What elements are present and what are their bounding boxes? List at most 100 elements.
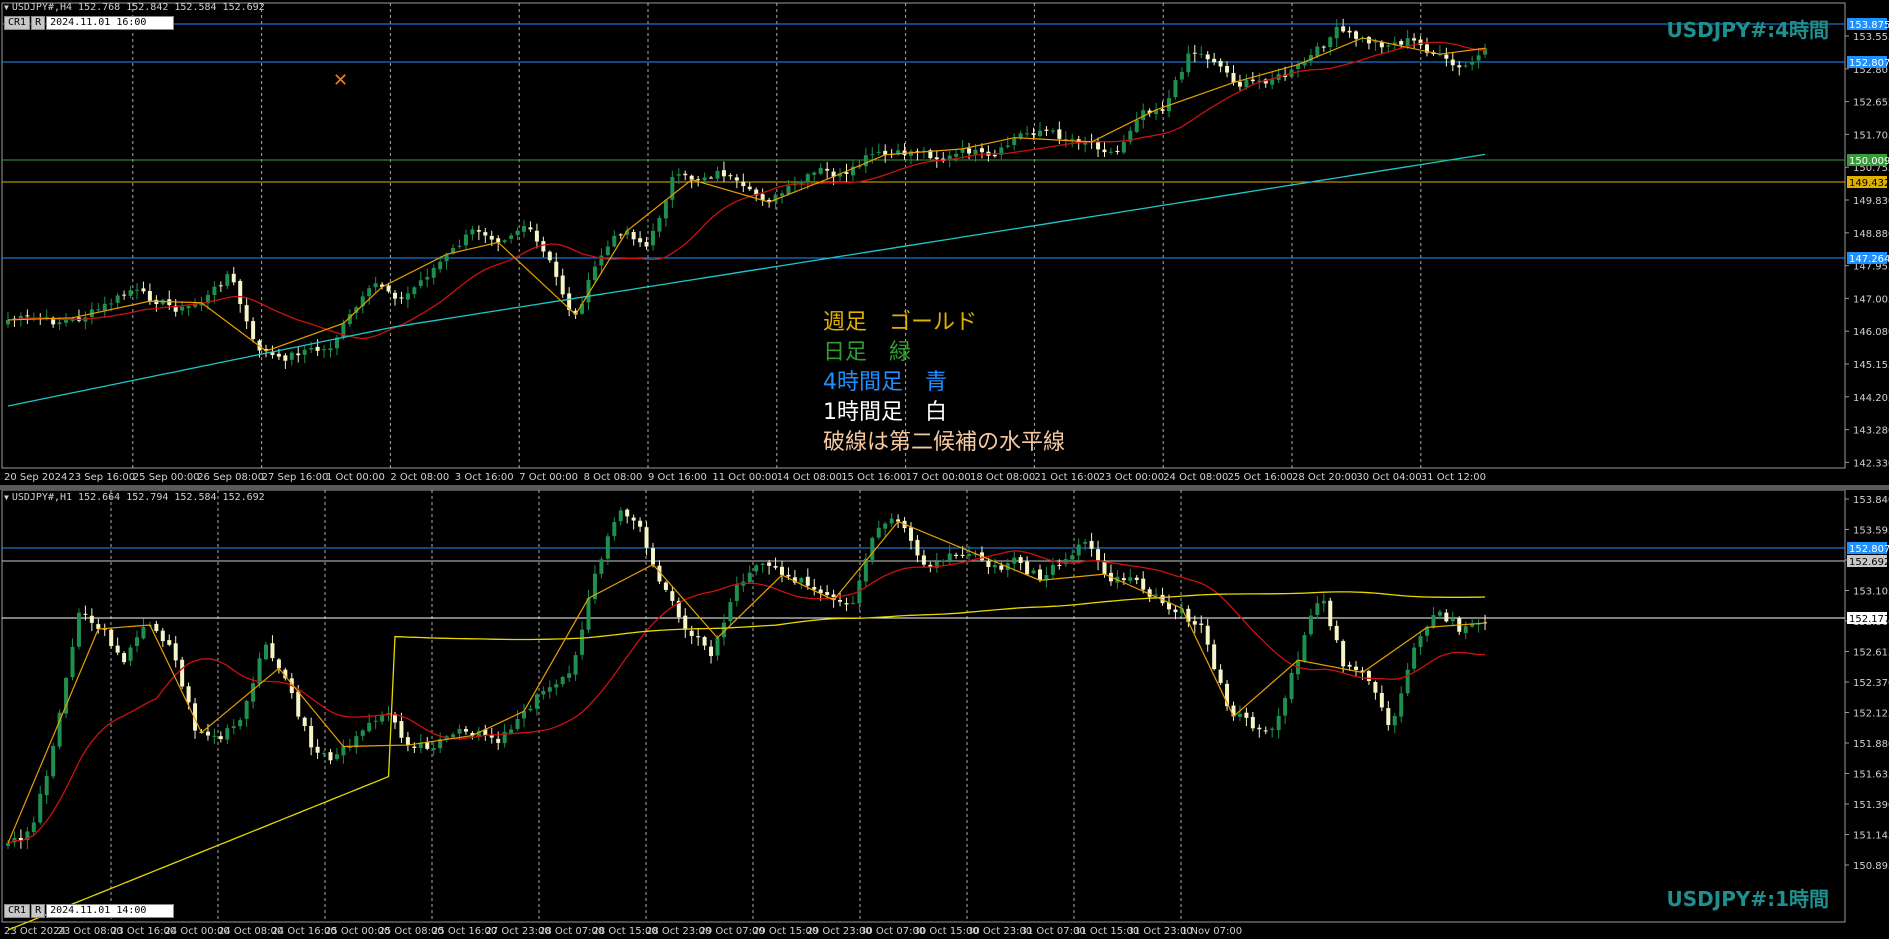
candle-body — [760, 563, 765, 566]
candle-body — [334, 754, 339, 760]
candle-body — [573, 655, 578, 675]
candle-body — [1405, 669, 1410, 694]
candle-body — [754, 565, 759, 572]
time-axis-label: 27 Sep 16:00 — [262, 472, 329, 483]
candle-body — [1347, 664, 1352, 667]
candle-body — [728, 602, 733, 622]
price-tag-label: 149.432 — [1849, 178, 1889, 189]
time-axis-label: 30 Oct 04:00 — [1356, 472, 1421, 483]
candle-body — [1012, 137, 1017, 146]
candle-body — [431, 267, 436, 278]
candle-body — [25, 315, 30, 317]
candle-body — [799, 578, 804, 583]
candle-body — [38, 793, 43, 823]
candle-body — [618, 510, 623, 522]
candle-body — [1321, 600, 1326, 604]
price-axis-label: 151.390 — [1853, 800, 1889, 811]
candle-body — [921, 555, 926, 565]
time-axis-label: 21 Oct 16:00 — [1034, 472, 1099, 483]
candle-body — [760, 194, 765, 200]
candle-body — [1070, 555, 1075, 560]
candle-body — [509, 235, 514, 239]
time-axis-label: 7 Oct 00:00 — [519, 472, 578, 483]
candle-body — [986, 561, 991, 567]
candle-body — [1315, 603, 1320, 616]
candle-body — [1418, 636, 1423, 648]
candle-body — [1121, 578, 1126, 581]
candle-body — [1263, 730, 1268, 732]
candle-body — [1089, 540, 1094, 549]
candle-body — [1076, 544, 1081, 556]
candle-body — [386, 285, 391, 292]
candle-body — [115, 645, 120, 653]
candle-body — [1225, 66, 1230, 73]
candle-body — [186, 305, 191, 309]
h1-chart-canvas[interactable]: 23 Oct 202423 Oct 08:0023 Oct 16:0024 Oc… — [0, 490, 1889, 939]
candle-body — [180, 659, 185, 687]
chart-panel-h1[interactable]: 23 Oct 2024 23 Oct 08:00 23 Oct 16:00 24 Oc… — [0, 490, 1889, 939]
price-axis-label: 152.652 — [1853, 98, 1889, 109]
candle-body — [347, 747, 352, 749]
candle-body — [1270, 728, 1275, 730]
price-axis-label: 151.880 — [1853, 739, 1889, 750]
candle-body — [1212, 644, 1217, 670]
price-tag-label: 152.692 — [1849, 557, 1889, 568]
candle-body — [1450, 59, 1455, 66]
candle-body — [941, 560, 946, 563]
candle-body — [1012, 557, 1017, 564]
candle-body — [1192, 621, 1197, 625]
candle-body — [1463, 626, 1468, 634]
collapse-triangle-icon[interactable]: ▼ — [4, 493, 9, 502]
candle-body — [1250, 79, 1255, 82]
candle-body — [173, 643, 178, 661]
candle-body — [496, 738, 501, 743]
time-axis-label: 11 Oct 00:00 — [712, 472, 777, 483]
candle-body — [1444, 612, 1449, 622]
h1-date-label: 2024.11.01 14:00 — [46, 904, 175, 918]
candle-body — [631, 517, 636, 521]
candle-body — [367, 288, 372, 297]
candle-body — [218, 736, 223, 740]
candle-body — [651, 548, 655, 565]
candle-body — [1141, 578, 1146, 590]
candle-body — [960, 554, 965, 556]
candle-body — [1199, 53, 1204, 55]
candle-body — [51, 745, 56, 777]
candle-body — [663, 582, 668, 590]
candle-body — [322, 349, 327, 351]
candle-body — [709, 177, 714, 179]
candle-body — [934, 157, 939, 160]
h1-watermark: USDJPY#:1時間 — [1666, 887, 1830, 911]
candle-body — [283, 355, 288, 361]
candle-body — [1334, 26, 1339, 39]
candle-body — [844, 603, 849, 605]
candle-body — [1038, 130, 1042, 137]
collapse-triangle-icon[interactable]: ▼ — [4, 3, 9, 12]
time-axis-label: 8 Oct 08:00 — [584, 472, 643, 483]
candle-body — [625, 509, 630, 517]
candle-body — [547, 687, 552, 692]
candle-body — [393, 292, 397, 299]
candle-body — [296, 353, 301, 356]
candle-body — [586, 598, 591, 630]
candle-body — [638, 520, 643, 527]
time-axis-label: 3 Oct 16:00 — [455, 472, 514, 483]
chart-panel-h4[interactable]: 20 Sep 2024 23 Sep 16:00 25 Sep 00:00 26 Se… — [0, 0, 1889, 485]
legend-item: 4時間足 青 — [823, 370, 947, 395]
candle-body — [1386, 708, 1391, 726]
candle-body — [31, 822, 36, 833]
h1-date-box: CR1 R 2024.11.01 14:00 — [4, 904, 175, 918]
candle-body — [1244, 79, 1249, 88]
candle-body — [534, 230, 539, 242]
candle-body — [412, 746, 417, 748]
h4-date-label: 2024.11.01 16:00 — [46, 16, 175, 30]
h4-r-label: R — [31, 16, 46, 30]
candle-body — [89, 615, 94, 623]
candle-body — [863, 155, 868, 167]
h4-date-box: CR1 R 2024.11.01 16:00 — [4, 16, 175, 30]
candle-body — [76, 612, 81, 647]
price-tag-label: 152.807 — [1849, 58, 1889, 69]
candle-body — [780, 193, 784, 196]
candle-body — [663, 200, 668, 219]
candle-body — [967, 553, 972, 556]
